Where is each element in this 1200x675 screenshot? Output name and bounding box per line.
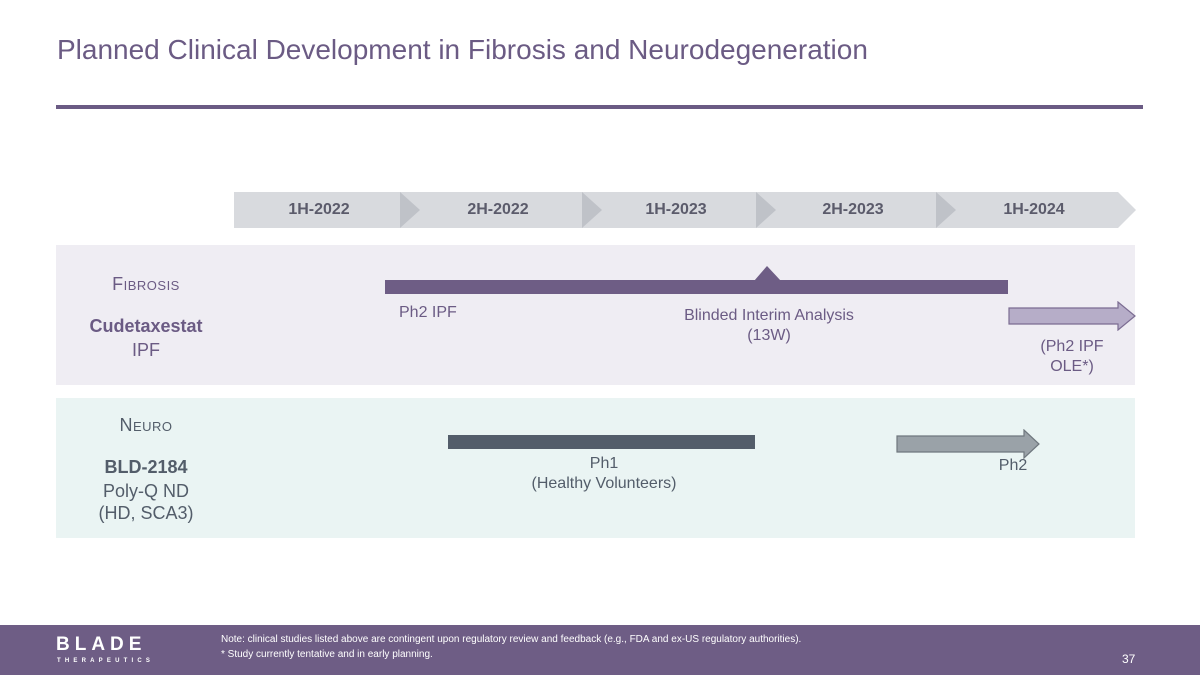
ph1-label: Ph1 (Healthy Volunteers) <box>496 454 712 494</box>
slide-footer: BLADE THERAPEUTICS Note: clinical studie… <box>0 625 1200 675</box>
ph2-ipf-ole-arrow <box>1008 301 1136 331</box>
ph2-neuro-label: Ph2 <box>998 457 1028 474</box>
ph2-neuro-arrow <box>896 429 1040 459</box>
timeline-header: 1H-2022 2H-2022 1H-2023 2H-2023 1H-2024 <box>234 192 1136 228</box>
ph1-label-line-2: (Healthy Volunteers) <box>531 475 677 492</box>
fibrosis-drug-name: Cudetaxestat <box>89 316 203 336</box>
neuro-drug-name: BLD-2184 <box>104 457 188 477</box>
neuro-indication: Poly-Q ND (HD, SCA3) <box>56 480 236 524</box>
slide-title: Planned Clinical Development in Fibrosis… <box>57 34 868 65</box>
fibrosis-ph2-bar <box>385 266 1008 294</box>
blade-logo: BLADE <box>56 634 147 655</box>
fibrosis-indication: IPF <box>131 340 160 360</box>
page-number: 37 <box>1122 652 1136 666</box>
ph2-ipf-ole-label-line-1: (Ph2 IPF <box>1040 338 1104 355</box>
regulatory-note: Note: clinical studies listed above are … <box>221 634 802 645</box>
fibrosis-area-title: Fibrosis <box>112 274 180 294</box>
title-divider <box>56 105 1143 109</box>
neuro-track: Neuro BLD-2184 Poly-Q ND (HD, SCA3) Ph1 … <box>56 398 1135 538</box>
neuro-indication-line-2: (HD, SCA3) <box>98 503 194 523</box>
period-2h-2022: 2H-2022 <box>467 201 529 218</box>
ph1-label-line-1: Ph1 <box>589 455 619 472</box>
fibrosis-track: Fibrosis Cudetaxestat IPF Ph2 IPF Blinde… <box>56 245 1136 385</box>
interim-analysis-label-line-2: (13W) <box>747 327 791 344</box>
period-1h-2023: 1H-2023 <box>645 201 707 218</box>
neuro-area-title: Neuro <box>119 415 173 435</box>
ph2-ipf-ole-label-line-2: OLE*) <box>1050 358 1094 375</box>
period-2h-2023: 2H-2023 <box>822 201 884 218</box>
ph1-healthy-volunteers-bar <box>448 435 755 449</box>
ph2-ipf-ole-label: (Ph2 IPF OLE*) <box>1026 337 1118 377</box>
interim-analysis-label-line-1: Blinded Interim Analysis <box>684 307 854 324</box>
period-1h-2022: 1H-2022 <box>288 201 350 218</box>
blade-logo-subtitle: THERAPEUTICS <box>57 658 155 664</box>
tentative-study-footnote: * Study currently tentative and in early… <box>221 649 433 660</box>
ph2-ipf-label: Ph2 IPF <box>399 304 457 321</box>
ph2-ipf-bar <box>385 280 1008 294</box>
interim-analysis-label: Blinded Interim Analysis (13W) <box>656 306 882 346</box>
interim-analysis-milestone-marker <box>754 266 781 281</box>
neuro-indication-line-1: Poly-Q ND <box>102 481 189 501</box>
period-1h-2024: 1H-2024 <box>1003 201 1065 218</box>
